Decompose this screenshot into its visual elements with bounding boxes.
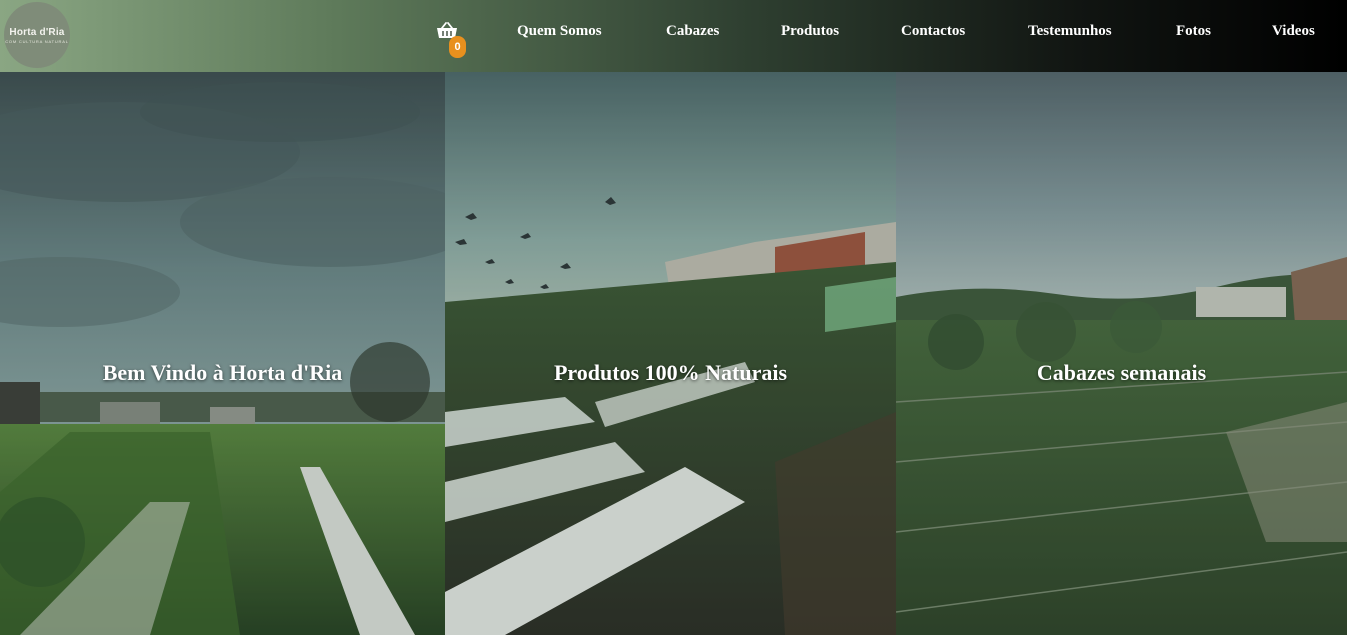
- hero-panel-produtos[interactable]: Produtos 100% Naturais: [445, 72, 896, 635]
- nav-fotos[interactable]: Fotos: [1176, 23, 1211, 40]
- panel-overlay: [0, 72, 445, 635]
- panel-overlay: [896, 72, 1347, 635]
- cart-count-badge: 0: [449, 36, 466, 58]
- panel-overlay: [445, 72, 896, 635]
- logo-tagline: COM CULTURA NATURAL: [5, 38, 69, 44]
- nav-cabazes[interactable]: Cabazes: [666, 23, 719, 40]
- panel-title: Bem Vindo à Horta d'Ria: [102, 360, 343, 385]
- nav-quem-somos[interactable]: Quem Somos: [517, 23, 602, 40]
- hero-panel-cabazes[interactable]: Cabazes semanais: [896, 72, 1347, 635]
- nav-contactos[interactable]: Contactos: [901, 23, 965, 40]
- panel-title: Cabazes semanais: [1036, 360, 1207, 385]
- logo-text: Horta d'Ria: [9, 26, 65, 38]
- cart-button[interactable]: 0: [436, 22, 468, 58]
- site-header: Horta d'Ria COM CULTURA NATURAL 0 Quem S…: [0, 0, 1347, 72]
- nav-produtos[interactable]: Produtos: [781, 23, 839, 40]
- panel-title: Produtos 100% Naturais: [553, 360, 788, 385]
- nav-testemunhos[interactable]: Testemunhos: [1028, 23, 1112, 40]
- site-logo[interactable]: Horta d'Ria COM CULTURA NATURAL: [4, 2, 70, 68]
- hero-panel-welcome[interactable]: Bem Vindo à Horta d'Ria: [0, 72, 445, 635]
- nav-videos[interactable]: Videos: [1272, 23, 1315, 40]
